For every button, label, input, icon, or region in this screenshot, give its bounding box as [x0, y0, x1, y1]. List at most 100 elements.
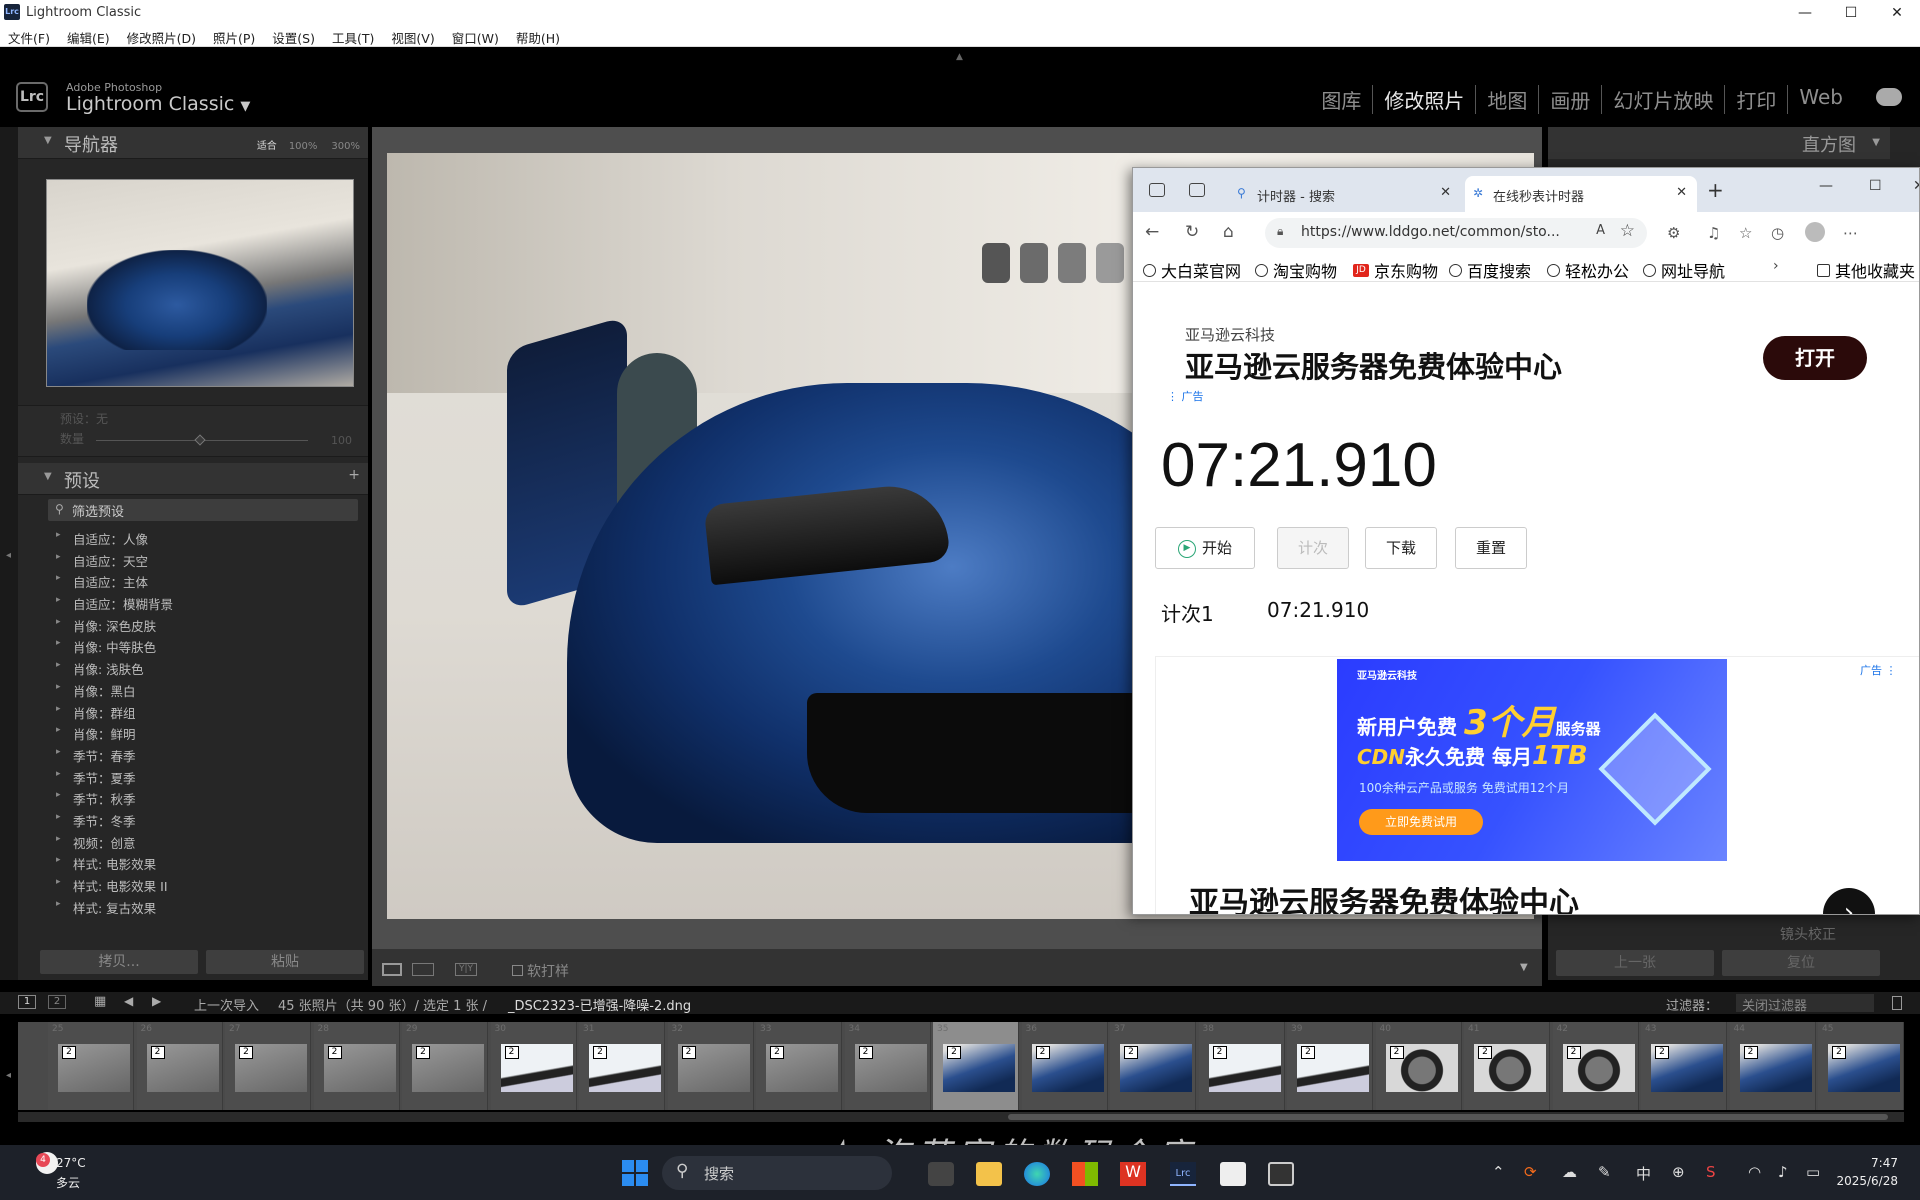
filmstrip-filename[interactable]: _DSC2323-已增强-降噪-2.dng — [508, 995, 691, 1014]
filmstrip-left-arrow-icon[interactable]: ◂ — [6, 1070, 11, 1081]
tray-network-icon[interactable]: ⊕ — [1672, 1163, 1685, 1181]
lightroom-taskbar-icon[interactable]: Lrc — [1170, 1162, 1196, 1186]
preset-item[interactable]: 肖像: 深色皮肤 — [18, 616, 368, 638]
zoom-300[interactable]: 300% — [331, 141, 360, 152]
loupe-view-icon[interactable] — [382, 963, 402, 976]
menu-develop[interactable]: 修改照片(D) — [119, 26, 205, 47]
preset-item[interactable]: 自适应：模糊背景 — [18, 594, 368, 616]
extensions-icon[interactable]: ⚙ — [1667, 224, 1680, 242]
filmstrip-cell[interactable]: 40 2 — [1375, 1022, 1462, 1110]
filmstrip-cell[interactable]: 45 2 — [1818, 1022, 1904, 1110]
filmstrip-cell[interactable]: 36 2 — [1021, 1022, 1108, 1110]
close-tab-icon[interactable]: ✕ — [1676, 185, 1687, 200]
back-icon[interactable]: ← — [1145, 222, 1159, 242]
filmstrip-cell[interactable]: 27 2 — [225, 1022, 311, 1110]
before-after-compare-icon[interactable]: Y|Y — [455, 963, 477, 976]
zoom-100[interactable]: 100% — [289, 141, 318, 152]
before-after-icon[interactable] — [412, 963, 434, 976]
filter-lock-icon[interactable] — [1892, 996, 1902, 1010]
preset-item[interactable]: 样式: 复古效果 — [18, 898, 368, 920]
preset-item[interactable]: 肖像：鲜明 — [18, 724, 368, 746]
taskbar-search[interactable]: ⚲ 搜索 — [662, 1156, 892, 1190]
tray-sync-icon[interactable]: ⟳ — [1524, 1163, 1537, 1181]
preset-item[interactable]: 肖像: 浅肤色 — [18, 659, 368, 681]
close-tab-icon[interactable]: ✕ — [1440, 185, 1451, 200]
preset-item[interactable]: 季节：冬季 — [18, 811, 368, 833]
filmstrip-cell[interactable]: 34 2 — [844, 1022, 931, 1110]
media-icon[interactable]: ♫ — [1707, 224, 1720, 242]
profile-avatar[interactable] — [1805, 222, 1825, 242]
bookmark-item[interactable]: 百度搜索 — [1449, 258, 1531, 282]
url-input[interactable]: 🔒︎ https://www.lddgo.net/common/sto... A… — [1265, 218, 1647, 248]
clock[interactable]: 7:47 2025/6/28 — [1836, 1154, 1898, 1190]
weather-condition[interactable]: 多云 — [56, 1174, 80, 1191]
vertical-tabs-icon[interactable] — [1189, 183, 1205, 197]
menu-edit[interactable]: 编辑(E) — [59, 26, 119, 47]
edge-icon[interactable] — [1024, 1162, 1050, 1186]
ime-indicator[interactable]: 中 — [1636, 1163, 1651, 1184]
filmstrip-cell[interactable]: 39 2 — [1287, 1022, 1373, 1110]
preset-item[interactable]: 肖像: 中等肤色 — [18, 637, 368, 659]
module-map[interactable]: 地图 — [1475, 85, 1538, 114]
new-tab-button[interactable]: + — [1707, 178, 1724, 202]
filmstrip-cell[interactable]: 37 2 — [1110, 1022, 1196, 1110]
preset-item[interactable]: 自适应：主体 — [18, 572, 368, 594]
browser-maximize-button[interactable]: ☐ — [1869, 178, 1882, 194]
filmstrip-cell[interactable]: 26 2 — [136, 1022, 223, 1110]
navigator-preview[interactable] — [46, 179, 354, 387]
add-preset-button[interactable]: + — [348, 467, 360, 483]
tray-sogou-icon[interactable]: S — [1706, 1163, 1716, 1181]
grid-view-icon[interactable]: ▦ — [94, 994, 106, 1009]
ad-tag[interactable]: ⋮ 广告 — [1167, 388, 1204, 404]
menu-photo[interactable]: 照片(P) — [205, 26, 264, 47]
brand-large[interactable]: Lightroom Classic ▼ — [66, 93, 250, 115]
menu-tools[interactable]: 工具(T) — [324, 26, 383, 47]
ad-tag-2[interactable]: 广告 ⋮ — [1860, 662, 1897, 678]
browser-close-button[interactable]: ✕ — [1913, 178, 1919, 194]
back-arrow-icon[interactable]: ◀ — [124, 994, 133, 1008]
filmstrip-cell[interactable]: 43 2 — [1641, 1022, 1727, 1110]
store-icon[interactable] — [1072, 1162, 1098, 1186]
filmstrip-cell[interactable]: 35 2 — [933, 1022, 1019, 1110]
module-web[interactable]: Web — [1787, 85, 1854, 114]
file-explorer-icon[interactable] — [976, 1162, 1002, 1186]
ad-bottom-headline[interactable]: 亚马逊云服务器免费体验中心 — [1189, 878, 1579, 914]
wps-icon[interactable]: W — [1120, 1162, 1146, 1186]
battery-icon[interactable]: ▭ — [1806, 1163, 1820, 1181]
menu-file[interactable]: 文件(F) — [0, 26, 59, 47]
preset-item[interactable]: 季节：夏季 — [18, 768, 368, 790]
preset-item[interactable]: 样式: 电影效果 II — [18, 876, 368, 898]
minimize-button[interactable]: — — [1782, 2, 1828, 24]
favorites-icon[interactable]: ☆ — [1739, 224, 1752, 242]
navigator-header[interactable]: ▼ 导航器 适合 100% 300% — [18, 127, 368, 159]
bookmark-item[interactable]: 轻松办公 — [1547, 258, 1629, 282]
reset-button[interactable]: 复位 — [1722, 950, 1880, 976]
bookmark-item[interactable]: 大白菜官网 — [1143, 258, 1241, 282]
close-button[interactable]: ✕ — [1874, 2, 1920, 24]
filmstrip-cell[interactable]: 30 2 — [490, 1022, 577, 1110]
ad-banner[interactable]: 亚马逊云科技 新用户免费 3个月服务器 CDN永久免费 每月1TB 100余种云… — [1337, 659, 1727, 861]
module-print[interactable]: 打印 — [1724, 85, 1787, 114]
filmstrip-cell[interactable]: 42 2 — [1552, 1022, 1639, 1110]
app-icon[interactable] — [1268, 1162, 1294, 1186]
banner-cta-button[interactable]: 立即免费试用 — [1359, 809, 1483, 835]
preset-filter-input[interactable]: ⚲ 筛选预设 — [48, 499, 358, 521]
filmstrip-cell[interactable]: 41 2 — [1464, 1022, 1550, 1110]
preset-item[interactable]: 季节：春季 — [18, 746, 368, 768]
module-develop[interactable]: 修改照片 — [1372, 85, 1475, 114]
maximize-button[interactable]: ☐ — [1828, 2, 1874, 24]
more-icon[interactable]: ⋯ — [1843, 224, 1858, 242]
filmstrip-cell[interactable]: 44 2 — [1729, 1022, 1816, 1110]
module-book[interactable]: 画册 — [1538, 85, 1601, 114]
preset-item[interactable]: 自适应：天空 — [18, 551, 368, 573]
start-button[interactable]: ▶ 开始 — [1155, 527, 1255, 569]
filmstrip-cell[interactable]: 29 2 — [402, 1022, 488, 1110]
preset-item[interactable]: 自适应：人像 — [18, 529, 368, 551]
lens-correction-header[interactable]: 镜头校正 — [1780, 924, 1836, 944]
secondary-window-button[interactable]: 2 — [48, 995, 66, 1009]
wifi-icon[interactable]: ◠ — [1748, 1163, 1761, 1181]
other-favorites[interactable]: 其他收藏夹 — [1817, 258, 1915, 282]
weather-temp[interactable]: 27°C — [56, 1156, 86, 1170]
filmstrip-cell[interactable]: 32 2 — [667, 1022, 754, 1110]
browser-minimize-button[interactable]: — — [1819, 178, 1833, 194]
